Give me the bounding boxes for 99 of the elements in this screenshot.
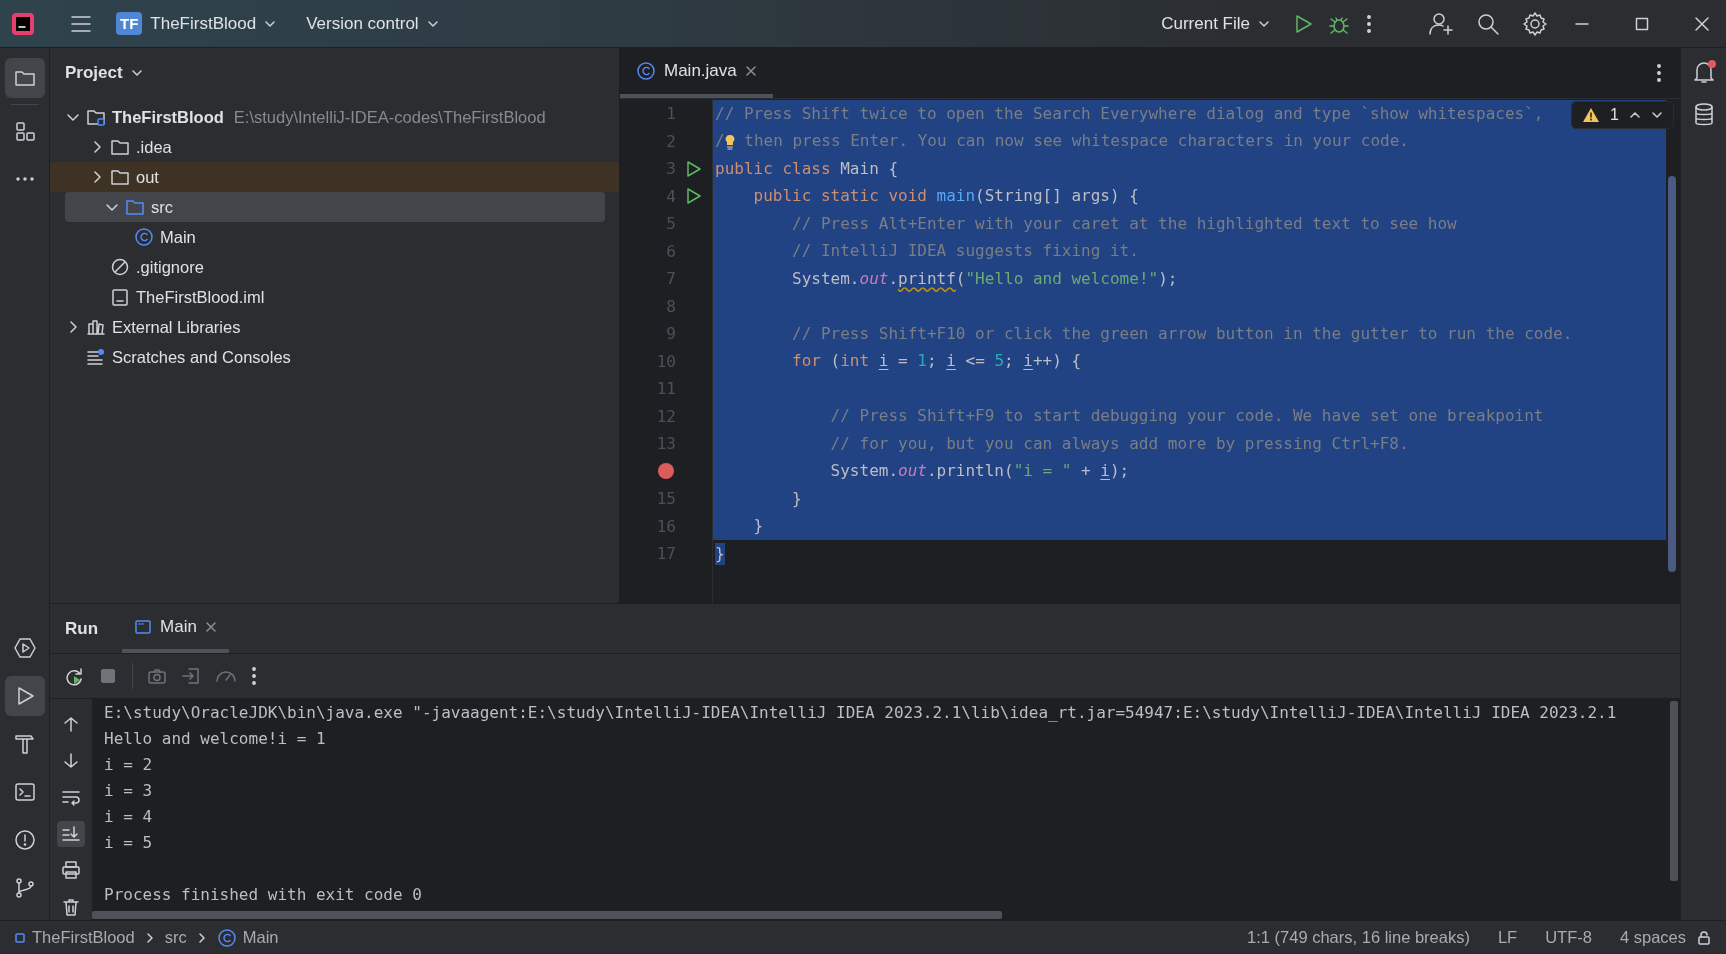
scratches-icon	[86, 347, 106, 367]
close-icon[interactable]	[1694, 15, 1710, 32]
code-line: // for you, but you can always add more by pressing Ctrl+F8.	[829, 432, 1409, 455]
tool-window-button[interactable]	[4, 58, 45, 98]
tree-item[interactable]: External Libraries	[50, 312, 605, 342]
folder-icon	[110, 167, 130, 187]
console-output: Hello and welcome!i = 1	[104, 729, 326, 748]
trash-icon[interactable]	[61, 896, 81, 917]
indent-setting[interactable]: 4 spaces	[1619, 928, 1686, 947]
settings-icon[interactable]	[1522, 10, 1548, 37]
class-icon	[636, 61, 656, 81]
breadcrumb[interactable]: Main	[216, 927, 279, 948]
warning-icon	[1582, 107, 1601, 123]
module-folder-icon	[86, 107, 106, 127]
file-icon	[110, 287, 130, 307]
panel-title[interactable]: Project	[65, 63, 123, 83]
tree-item[interactable]: src	[65, 192, 605, 222]
rerun-icon[interactable]	[64, 666, 84, 686]
folder-icon	[125, 197, 145, 217]
code-line: public class Main {	[715, 157, 899, 180]
close-icon[interactable]	[204, 620, 217, 633]
console-output: i = 4	[104, 807, 153, 826]
project-badge: TF	[116, 12, 143, 35]
services-icon[interactable]	[12, 636, 37, 660]
arrow-down-icon[interactable]	[61, 750, 81, 771]
close-icon[interactable]	[744, 65, 757, 77]
tree-item[interactable]: out	[50, 162, 619, 192]
console-output: E:\study\OracleJDK\bin\java.exe "-javaagent:E:\study\IntelliJ-IDEA\IntelliJ IDEA 2023.2.1\lib\idea_rt.jar=54947:E:\study\IntelliJ-IDEA\IntelliJ IDEA 2023.2.1	[104, 703, 1617, 722]
ignore-file-icon	[110, 257, 130, 277]
tree-item[interactable]: TheFirstBlood.iml	[50, 282, 605, 312]
hammer-icon[interactable]	[12, 732, 37, 756]
code-line: System.out.println("i = " + i);	[829, 460, 1130, 483]
library-icon	[86, 317, 106, 337]
run-icon[interactable]	[684, 159, 702, 178]
problems-icon[interactable]	[12, 828, 37, 852]
breadcrumb[interactable]: TheFirstBlood	[14, 928, 135, 947]
file-encoding[interactable]: UTF-8	[1545, 928, 1592, 947]
app-logo-icon[interactable]	[10, 10, 36, 37]
breadcrumb[interactable]: src	[164, 928, 187, 947]
breakpoint-icon[interactable]	[658, 463, 674, 480]
scroll-to-end-icon[interactable]	[61, 823, 81, 844]
search-icon[interactable]	[1476, 11, 1500, 36]
caret-position[interactable]: 1:1 (749 chars, 16 line breaks)	[1247, 928, 1470, 947]
tree-item[interactable]: .gitignore	[50, 252, 605, 282]
tool-window-button[interactable]	[4, 676, 45, 716]
code-line: public static void main(String[] args) {	[752, 185, 1139, 208]
project-path: E:\study\IntelliJ-IDEA-codes\TheFirstBlood	[233, 107, 546, 127]
class-icon	[134, 227, 154, 247]
code-line: for (int i = 1; i <= 5; i++) {	[791, 350, 1082, 373]
class-icon	[216, 927, 237, 948]
stop-icon[interactable]	[98, 666, 118, 686]
tree-item[interactable]: Main	[50, 222, 605, 252]
tree-item[interactable]: .idea	[50, 132, 605, 162]
add-user-icon[interactable]	[1428, 10, 1454, 37]
horizontal-scrollbar[interactable]	[92, 911, 1002, 919]
chevron-right-icon	[144, 931, 155, 944]
chevron-right-icon	[196, 931, 207, 944]
run-icon[interactable]	[684, 187, 702, 206]
maximize-icon[interactable]	[1634, 15, 1650, 32]
console-icon	[134, 617, 153, 636]
exit-icon[interactable]	[181, 666, 201, 686]
chevron-up-icon[interactable]	[1629, 109, 1641, 121]
module-icon	[14, 931, 26, 944]
code-line: // Press Shift+F10 or click the green arrow button in the gutter to run the code.	[791, 322, 1573, 345]
console-output: i = 3	[104, 781, 153, 800]
code-line: }	[791, 487, 802, 510]
console-output: i = 2	[104, 755, 153, 774]
run-tab[interactable]: Main	[122, 604, 229, 653]
code-line: / then press Enter. You can now see whitespace characters in your code.	[715, 130, 1409, 153]
code-line: // Press Shift twice to open the Search Everywhere dialog and type `show whitespaces`,	[715, 102, 1544, 125]
vertical-scrollbar[interactable]	[1668, 176, 1676, 572]
folder-icon	[110, 137, 130, 157]
code-line: }	[752, 515, 764, 538]
project-selector[interactable]: TF TheFirstBlood	[108, 7, 285, 40]
panel-title: Run	[65, 618, 99, 639]
arrow-up-icon[interactable]	[61, 714, 81, 735]
inspection-widget[interactable]: 1	[1571, 101, 1674, 129]
terminal-icon[interactable]	[12, 780, 37, 804]
more-icon[interactable]	[251, 666, 257, 686]
console-output: i = 5	[104, 833, 153, 852]
more-icon[interactable]	[1364, 12, 1374, 35]
vertical-scrollbar[interactable]	[1670, 701, 1678, 881]
run-config-selector[interactable]: Current File	[1153, 8, 1278, 39]
lightbulb-icon[interactable]	[724, 132, 735, 151]
lock-icon[interactable]	[1696, 929, 1712, 946]
camera-icon[interactable]	[147, 666, 167, 686]
code-line: // Press Alt+Enter with your caret at the highlighted text to see how	[791, 212, 1457, 235]
line-separator[interactable]: LF	[1497, 928, 1518, 947]
code-line: // IntelliJ IDEA suggests fixing it.	[791, 240, 1139, 263]
chevron-down-icon[interactable]	[1651, 109, 1663, 121]
tree-item[interactable]: Scratches and Consoles	[50, 342, 605, 372]
code-line: // Press Shift+F9 to start debugging your code. We have set one breakpoint	[829, 405, 1544, 428]
chevron-down-icon[interactable]	[130, 67, 143, 79]
printer-icon[interactable]	[61, 860, 81, 881]
more-icon[interactable]	[1656, 63, 1662, 83]
code-line: System.out.printf("Hello and welcome!");	[791, 267, 1178, 290]
vcs-menu[interactable]: Version control	[298, 8, 447, 39]
tree-item[interactable]: TheFirstBlood E:\study\IntelliJ-IDEA-codes\TheFirstBlood	[50, 102, 605, 132]
console-output: Process finished with exit code 0	[104, 885, 422, 904]
